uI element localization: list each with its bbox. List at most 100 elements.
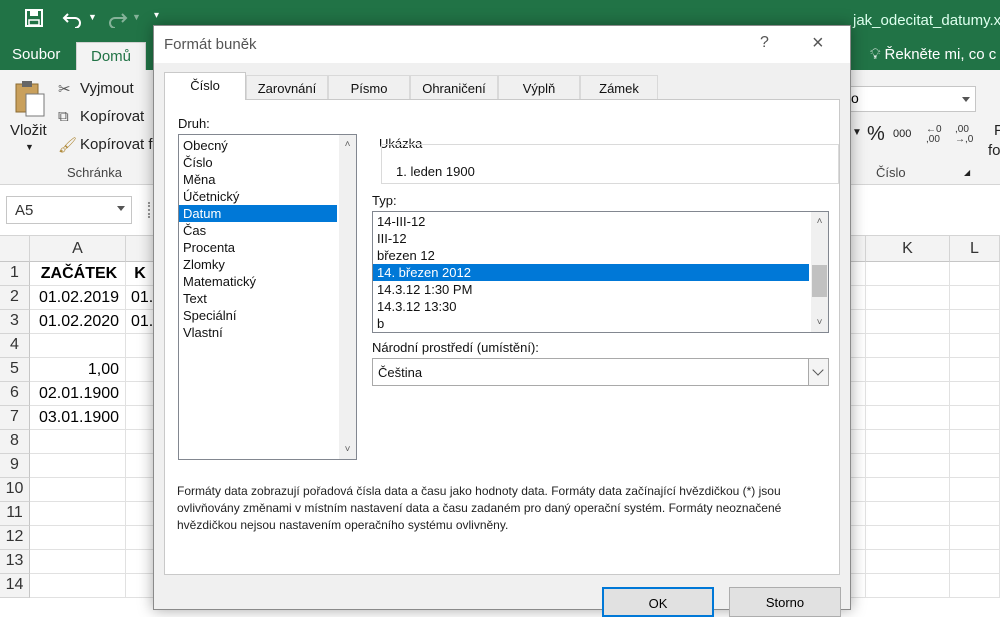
cell-a[interactable]: 03.01.1900 <box>30 406 126 430</box>
redo-dropdown-icon[interactable]: ▼ <box>132 12 141 22</box>
paste-dropdown-icon[interactable]: ▼ <box>25 142 34 152</box>
cell-a[interactable] <box>30 454 126 478</box>
type-item[interactable]: III-12 <box>373 230 809 247</box>
tab-protection[interactable]: Zámek <box>580 75 658 99</box>
type-item[interactable]: 14.3.12 13:30 <box>373 298 809 315</box>
select-all-corner[interactable] <box>0 236 30 262</box>
cell[interactable] <box>950 478 1000 502</box>
type-item[interactable]: 14-III-12 <box>373 213 809 230</box>
cell[interactable] <box>850 310 866 334</box>
cell-b[interactable]: K <box>126 262 156 286</box>
category-item[interactable]: Obecný <box>179 137 337 154</box>
help-button[interactable]: ? <box>760 34 769 52</box>
cell[interactable] <box>866 574 950 598</box>
locale-combo[interactable]: Čeština <box>372 358 829 386</box>
cell-a[interactable] <box>30 478 126 502</box>
cell-b[interactable] <box>126 430 156 454</box>
category-item[interactable]: Text <box>179 290 337 307</box>
row-header[interactable]: 2 <box>0 286 30 310</box>
cell-b[interactable] <box>126 574 156 598</box>
cell[interactable] <box>850 574 866 598</box>
cell[interactable] <box>850 406 866 430</box>
type-item[interactable]: 14. březen 2012 <box>373 264 809 281</box>
ok-button[interactable]: OK <box>602 587 714 617</box>
scroll-thumb[interactable] <box>812 265 827 297</box>
decrease-decimal-icon[interactable]: ,00 →,0 <box>955 125 973 145</box>
cell[interactable] <box>950 262 1000 286</box>
number-format-combo[interactable]: o <box>848 86 976 112</box>
save-icon[interactable] <box>24 8 44 28</box>
undo-dropdown-icon[interactable]: ▼ <box>88 12 97 22</box>
cell-b[interactable]: 01. <box>126 310 156 334</box>
cell[interactable] <box>850 334 866 358</box>
category-item[interactable]: Datum <box>179 205 337 222</box>
scroll-up-icon[interactable]: ˄ <box>343 140 352 150</box>
column-header-j[interactable] <box>850 236 866 262</box>
cell[interactable] <box>850 478 866 502</box>
cell-a[interactable]: 01.02.2020 <box>30 310 126 334</box>
close-button[interactable]: × <box>812 32 824 55</box>
cell-b[interactable]: 01. <box>126 286 156 310</box>
cut-button[interactable]: Vyjmout <box>80 80 134 97</box>
row-header[interactable]: 12 <box>0 526 30 550</box>
type-item[interactable]: březen 12 <box>373 247 809 264</box>
category-item[interactable]: Účetnický <box>179 188 337 205</box>
cell[interactable] <box>866 310 950 334</box>
category-item[interactable]: Měna <box>179 171 337 188</box>
cell[interactable] <box>866 286 950 310</box>
type-item[interactable]: 14.3.12 1:30 PM <box>373 281 809 298</box>
customize-qat-icon[interactable]: ▾ <box>154 10 159 21</box>
cell[interactable] <box>950 286 1000 310</box>
cell[interactable] <box>850 262 866 286</box>
category-list[interactable]: Obecný Číslo Měna Účetnický Datum Čas Procenta… <box>178 134 357 460</box>
cell[interactable] <box>850 430 866 454</box>
tab-home[interactable]: Domů <box>76 42 147 70</box>
category-item[interactable]: Zlomky <box>179 256 337 273</box>
scroll-down-icon[interactable]: ˅ <box>815 318 824 328</box>
cell[interactable] <box>950 526 1000 550</box>
category-item[interactable]: Speciální <box>179 307 337 324</box>
currency-dropdown-icon[interactable]: ▼ <box>852 127 862 138</box>
cell[interactable] <box>950 454 1000 478</box>
cell-a[interactable]: 1,00 <box>30 358 126 382</box>
cell[interactable] <box>850 550 866 574</box>
cell-b[interactable] <box>126 502 156 526</box>
row-header[interactable]: 4 <box>0 334 30 358</box>
cell-b[interactable] <box>126 526 156 550</box>
cell-b[interactable] <box>126 334 156 358</box>
cell[interactable] <box>950 502 1000 526</box>
cell[interactable] <box>866 358 950 382</box>
cell-b[interactable] <box>126 382 156 406</box>
percent-style-button[interactable]: % <box>867 123 885 146</box>
cell[interactable] <box>850 286 866 310</box>
cell[interactable] <box>950 406 1000 430</box>
column-header-a[interactable]: A <box>30 236 126 262</box>
increase-decimal-icon[interactable]: ←0,00 <box>926 125 942 145</box>
row-header[interactable]: 7 <box>0 406 30 430</box>
undo-icon[interactable] <box>62 8 84 28</box>
category-item[interactable]: Procenta <box>179 239 337 256</box>
column-header-k[interactable]: K <box>866 236 950 262</box>
cell-a[interactable] <box>30 502 126 526</box>
cell[interactable] <box>866 406 950 430</box>
cell-b[interactable] <box>126 550 156 574</box>
cell[interactable] <box>866 478 950 502</box>
cell-a[interactable] <box>30 334 126 358</box>
row-header[interactable]: 6 <box>0 382 30 406</box>
row-header[interactable]: 8 <box>0 430 30 454</box>
cell-b[interactable] <box>126 358 156 382</box>
cell-a[interactable] <box>30 574 126 598</box>
type-item[interactable]: b <box>373 315 809 332</box>
tab-fill[interactable]: Výplň <box>498 75 580 99</box>
category-item[interactable]: Matematický <box>179 273 337 290</box>
scroll-down-icon[interactable]: ˅ <box>343 445 352 455</box>
format-painter-button[interactable]: Kopírovat f <box>80 136 153 153</box>
cell[interactable] <box>866 382 950 406</box>
cell[interactable] <box>950 550 1000 574</box>
copy-button[interactable]: Kopírovat <box>80 108 144 125</box>
row-header[interactable]: 3 <box>0 310 30 334</box>
cell[interactable] <box>866 526 950 550</box>
cell[interactable] <box>850 502 866 526</box>
cell[interactable] <box>950 382 1000 406</box>
cell[interactable] <box>866 550 950 574</box>
